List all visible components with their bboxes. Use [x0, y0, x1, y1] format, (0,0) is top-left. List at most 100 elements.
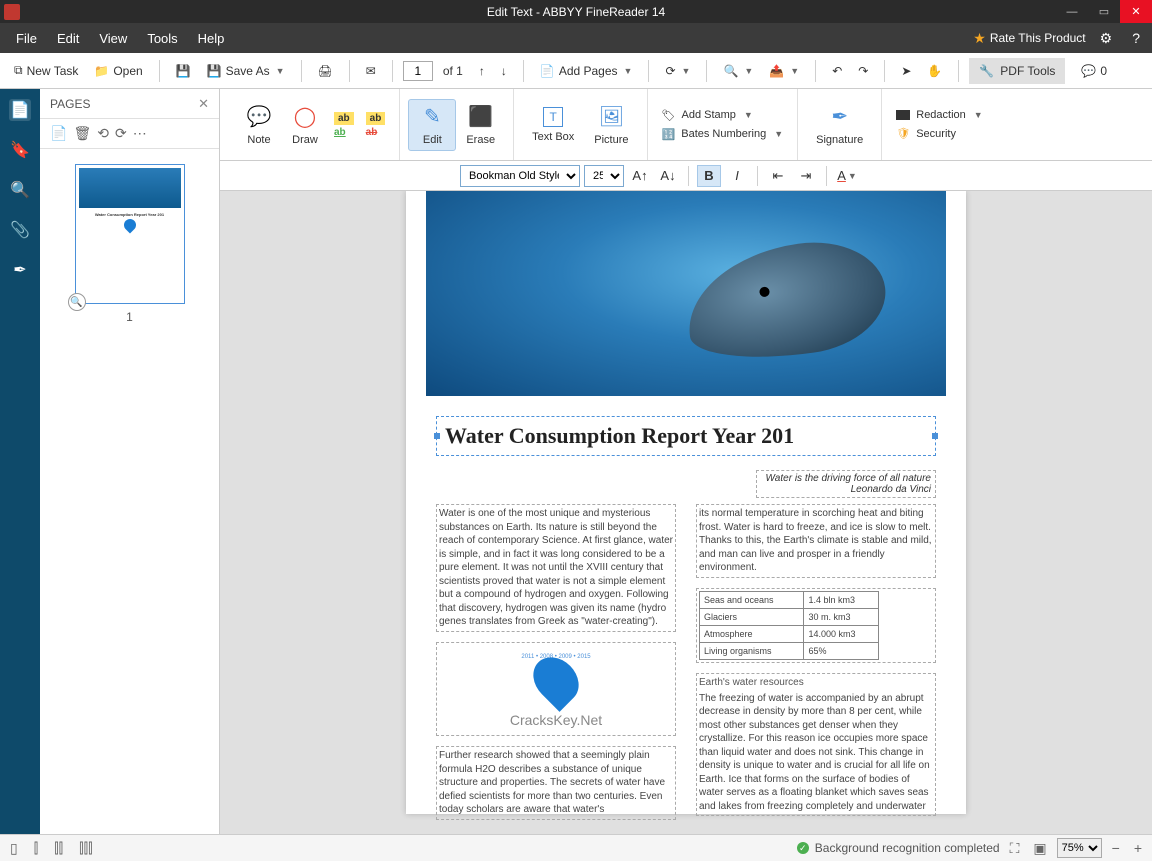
erase-button[interactable]: ⬛ Erase	[456, 100, 505, 150]
table-row: Living organisms65%	[700, 642, 879, 659]
fit-width-icon[interactable]: ⛶	[1006, 840, 1024, 857]
undo-button[interactable]: ↶	[826, 60, 848, 82]
add-page-icon[interactable]: 📄	[50, 125, 67, 142]
comment-icon: 💬	[1081, 64, 1096, 78]
indent-left-button[interactable]: ⇤	[766, 165, 790, 187]
separator	[958, 60, 959, 82]
chart-box[interactable]: 2011 • 2008 • 2009 • 2015 CracksKey.Net	[436, 642, 676, 737]
more-icon[interactable]: ⋯	[133, 125, 147, 142]
table-row: Seas and oceans1.4 bln km3	[700, 591, 879, 608]
hand-button[interactable]: ✋	[921, 60, 948, 82]
delete-page-icon[interactable]: 🗑	[73, 125, 91, 142]
print-button[interactable]: 🖨	[312, 60, 339, 82]
edit-button[interactable]: ✎ Edit	[408, 99, 456, 151]
minimize-button[interactable]: —	[1056, 0, 1088, 23]
fit-page-icon[interactable]: ▣	[1029, 840, 1050, 857]
rotate-right-icon[interactable]: ⟳	[115, 125, 127, 142]
next-page-button[interactable]: ↓	[495, 60, 513, 82]
redo-button[interactable]: ↷	[852, 60, 874, 82]
highlight-icon[interactable]: ab	[334, 112, 354, 125]
settings-icon[interactable]: ⚙	[1094, 30, 1119, 47]
draw-button[interactable]: ◯ Draw	[282, 100, 328, 150]
recognize-button[interactable]: 🔍▼	[717, 60, 759, 82]
document-canvas[interactable]: Water Consumption Report Year 201 Water …	[220, 191, 1152, 834]
indent-right-button[interactable]: ⇥	[794, 165, 818, 187]
page-thumbnail[interactable]: Water Consumption Report Year 201 🔍	[75, 164, 185, 304]
new-task-button[interactable]: ⧉ New Task	[8, 59, 84, 82]
highlight2-icon[interactable]: ab	[366, 112, 386, 125]
menu-view[interactable]: View	[89, 31, 137, 46]
bold-button[interactable]: B	[697, 165, 721, 187]
increase-font-button[interactable]: A↑	[628, 165, 652, 187]
save-button[interactable]: 💾	[170, 60, 197, 82]
view-continuous-icon[interactable]: ⫿	[30, 840, 42, 857]
close-button[interactable]: ✕	[1120, 0, 1152, 23]
statusbar: ▯ ⫿ ⫿⫿ ⫿⫿⫿ ✓ Background recognition comp…	[0, 834, 1152, 861]
view-single-icon[interactable]: ▯	[6, 840, 22, 857]
paragraph-box[interactable]: Further research showed that a seemingly…	[436, 746, 676, 820]
zoom-in-icon[interactable]: +	[1130, 840, 1146, 856]
editor-area: 💬 Note ◯ Draw ab ab ab ab ✎	[220, 89, 1152, 834]
help-icon[interactable]: ?	[1126, 30, 1146, 46]
redaction-label: Redaction	[916, 109, 966, 121]
picture-button[interactable]: 🖼 Picture	[584, 100, 638, 150]
edit-icon: ✎	[419, 104, 445, 130]
zoom-out-icon[interactable]: −	[1108, 840, 1124, 856]
paragraph-box[interactable]: Earth's water resources The freezing of …	[696, 673, 936, 816]
bates-button[interactable]: 🔢 Bates Numbering ▼	[656, 126, 790, 143]
save-icon: 💾	[176, 64, 191, 78]
rate-product-button[interactable]: ★ Rate This Product	[973, 30, 1085, 47]
textbox-button[interactable]: T Text Box	[522, 103, 584, 147]
title-editbox[interactable]: Water Consumption Report Year 201	[436, 416, 936, 456]
paragraph-box[interactable]: its normal temperature in scorching heat…	[696, 504, 936, 578]
export-button[interactable]: 📤▼	[763, 60, 805, 82]
font-size-select[interactable]: 25	[584, 165, 624, 187]
paragraph-4: The freezing of water is accompanied by …	[699, 693, 930, 812]
menu-tools[interactable]: Tools	[137, 31, 187, 46]
open-button[interactable]: 📁 Open	[88, 60, 148, 82]
strikethrough-icon[interactable]: ab	[366, 127, 386, 138]
pointer-button[interactable]: ➤	[895, 60, 917, 82]
pages-tab-icon[interactable]: 📄	[9, 99, 31, 121]
add-pages-button[interactable]: 📄 Add Pages ▼	[534, 60, 639, 82]
comments-button[interactable]: 💬 0	[1075, 60, 1113, 82]
bookmarks-tab-icon[interactable]: 🔖	[9, 139, 31, 161]
save-as-button[interactable]: 💾 Save As ▼	[201, 60, 291, 82]
font-select[interactable]: Bookman Old Style	[460, 165, 580, 187]
signature-button[interactable]: ✒ Signature	[806, 100, 873, 150]
close-panel-icon[interactable]: ✕	[198, 96, 209, 112]
italic-button[interactable]: I	[725, 165, 749, 187]
redaction-button[interactable]: Redaction ▼	[890, 107, 988, 123]
email-button[interactable]: ✉	[360, 60, 382, 82]
signatures-tab-icon[interactable]: ✒	[9, 259, 31, 281]
table-box[interactable]: Seas and oceans1.4 bln km3 Glaciers30 m.…	[696, 588, 936, 664]
bates-icon: 🔢	[662, 128, 676, 141]
menu-file[interactable]: File	[6, 31, 47, 46]
prev-page-button[interactable]: ↑	[473, 60, 491, 82]
font-color-button[interactable]: A▼	[835, 165, 859, 187]
paragraph-box[interactable]: Water is one of the most unique and myst…	[436, 504, 676, 632]
zoom-select[interactable]: 75%	[1057, 838, 1102, 858]
add-stamp-button[interactable]: 🏷 Add Stamp ▼	[656, 107, 790, 124]
view-cover-icon[interactable]: ⫿⫿⫿	[75, 840, 96, 857]
underline-icon[interactable]: ab	[334, 127, 354, 138]
main-area: 📄 🔖 🔍 📎 ✒ PAGES ✕ 📄 🗑 ⟲ ⟳ ⋯ Water Consum…	[0, 89, 1152, 834]
draw-icon: ◯	[292, 104, 318, 130]
rotate-button[interactable]: ⟳▼	[659, 60, 696, 82]
page-number-input[interactable]	[403, 61, 433, 81]
window-controls: — ▭ ✕	[1056, 0, 1152, 23]
print-icon: 🖨	[318, 64, 333, 78]
rotate-left-icon[interactable]: ⟲	[97, 125, 109, 142]
edit-ribbon: 💬 Note ◯ Draw ab ab ab ab ✎	[220, 89, 1152, 161]
security-button[interactable]: 🛡 Security	[890, 125, 988, 142]
note-button[interactable]: 💬 Note	[236, 100, 282, 150]
menu-edit[interactable]: Edit	[47, 31, 89, 46]
decrease-font-button[interactable]: A↓	[656, 165, 680, 187]
format-bar: Bookman Old Style 25 A↑ A↓ B I ⇤ ⇥ A▼	[220, 161, 1152, 191]
menu-help[interactable]: Help	[188, 31, 235, 46]
search-tab-icon[interactable]: 🔍	[9, 179, 31, 201]
view-facing-icon[interactable]: ⫿⫿	[50, 840, 67, 857]
pdf-tools-button[interactable]: 🔧 PDF Tools	[969, 58, 1065, 84]
maximize-button[interactable]: ▭	[1088, 0, 1120, 23]
attachments-tab-icon[interactable]: 📎	[9, 219, 31, 241]
